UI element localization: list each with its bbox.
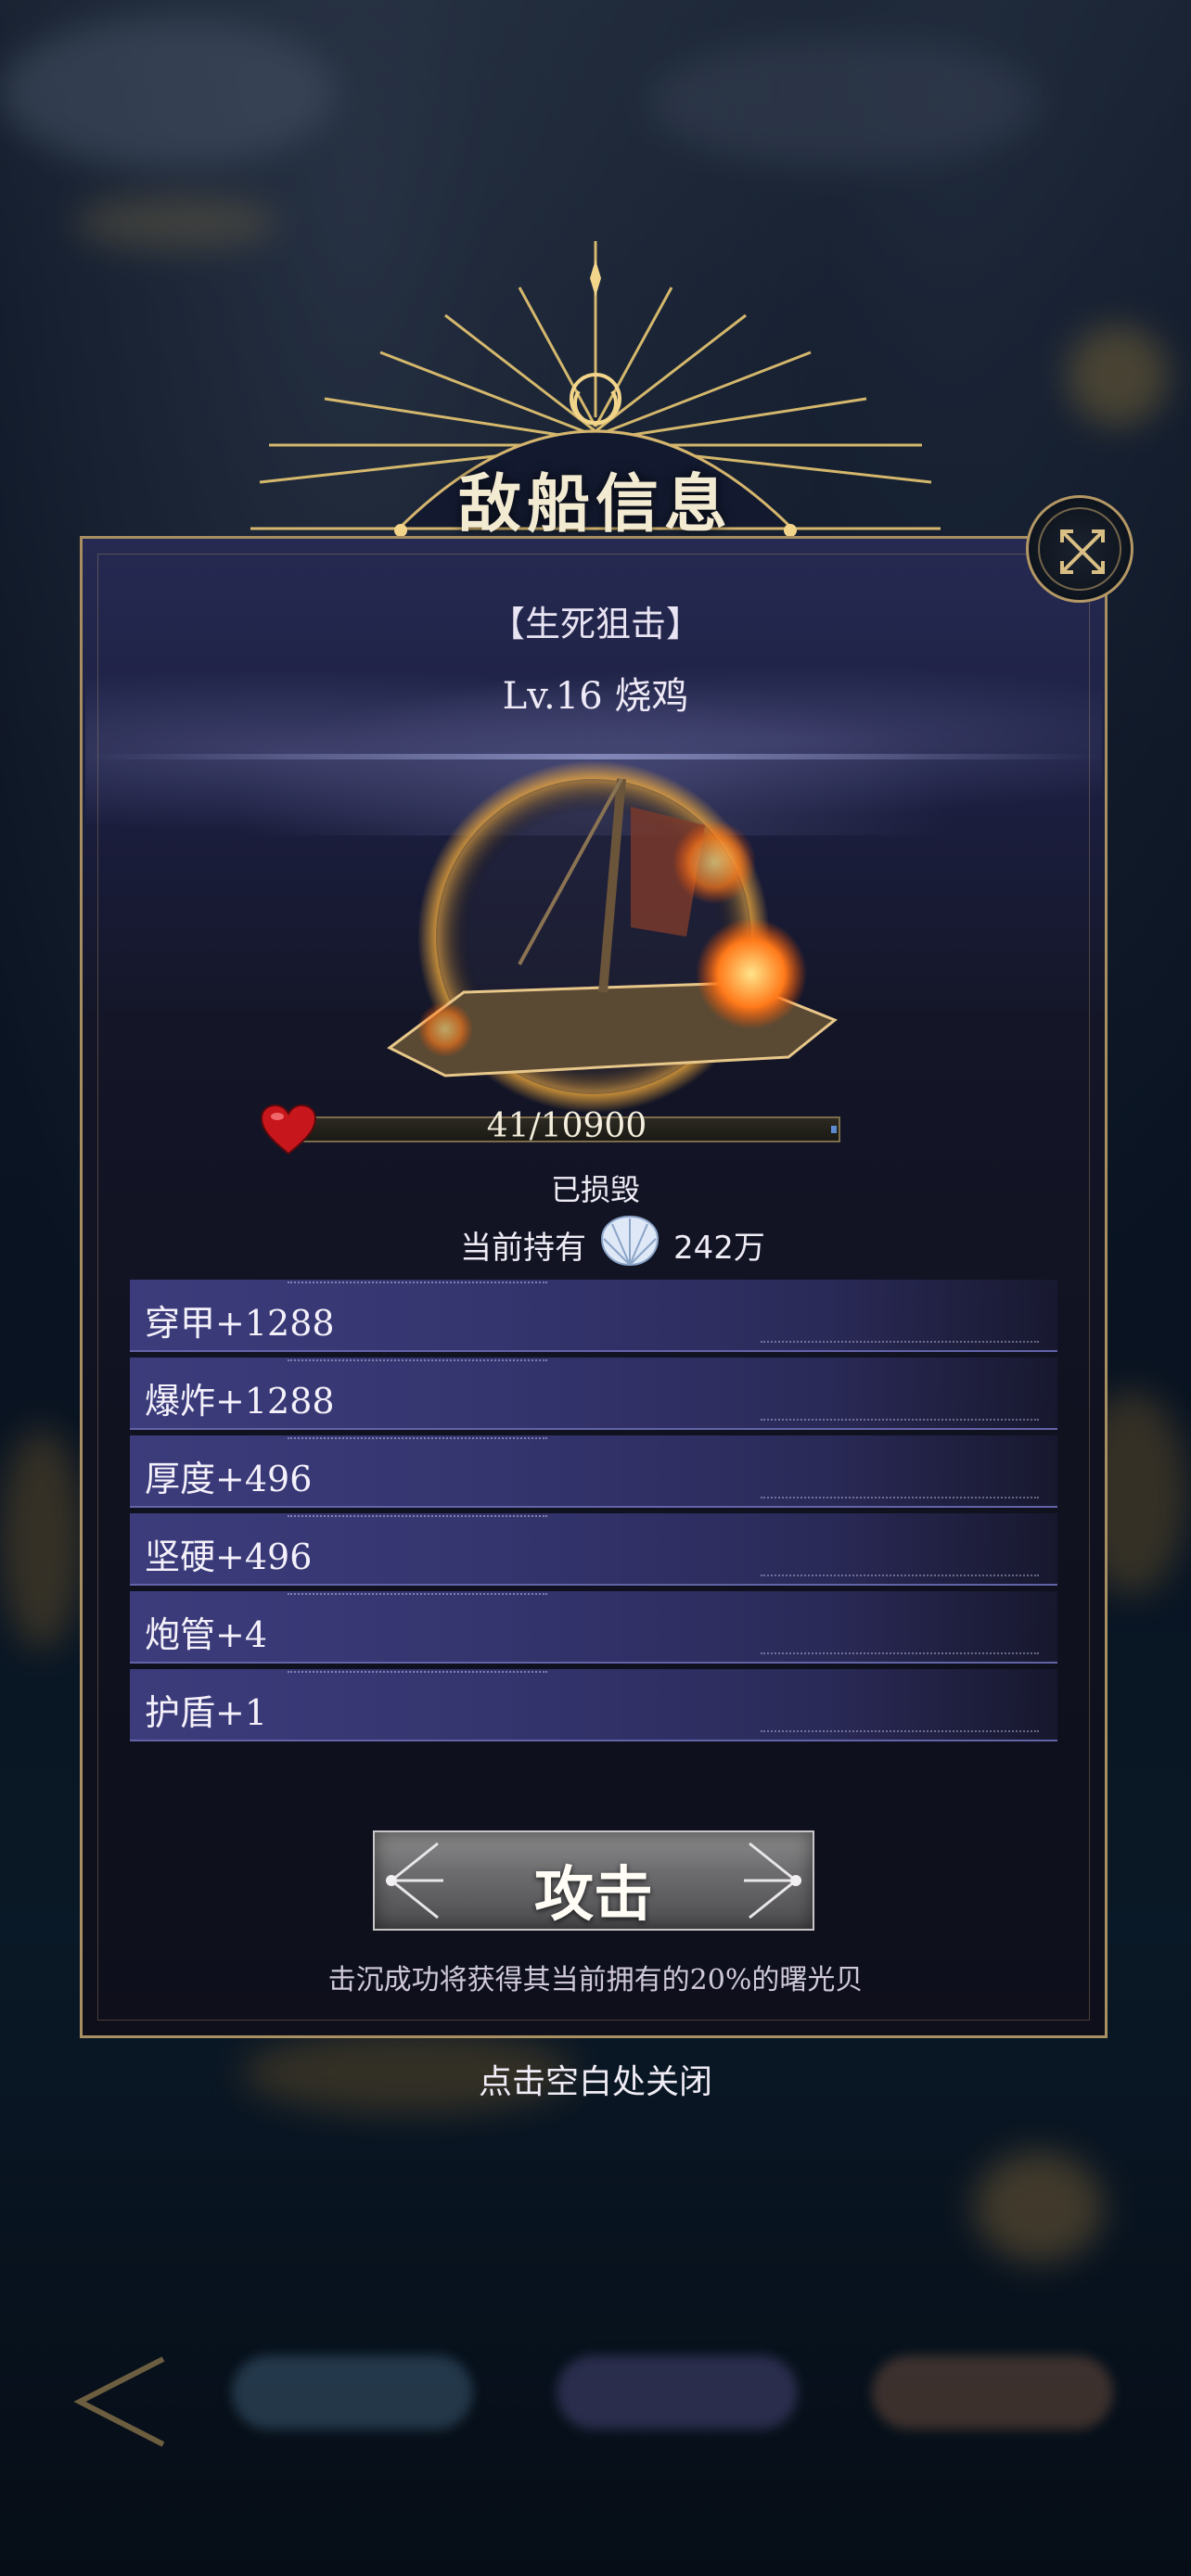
hp-text: 41/10900 xyxy=(486,1107,647,1145)
close-hint[interactable]: 点击空白处关闭 xyxy=(0,2055,1191,2103)
game-screen: 敌船信息 【生死狙击】 Lv.16 烧鸡 41/10900 已损毁 当前持有 2… xyxy=(0,0,1191,2576)
stat-row: 护盾+1 xyxy=(130,1669,1057,1741)
wrecked-ship-image xyxy=(387,760,838,1113)
stat-label: 护盾+1 xyxy=(145,1692,268,1733)
dawn-shell-icon xyxy=(600,1215,660,1267)
stat-row: 炮管+4 xyxy=(130,1591,1057,1664)
back-arrow-icon[interactable] xyxy=(61,2346,182,2457)
attack-button[interactable]: 攻击 xyxy=(373,1830,814,1931)
skill-name: 【生死狙击】 xyxy=(489,604,701,644)
stat-label: 厚度+496 xyxy=(145,1459,313,1499)
attack-label: 攻击 xyxy=(534,1860,653,1930)
reward-note: 击沉成功将获得其当前拥有的20%的曙光贝 xyxy=(327,1964,864,1996)
stat-row: 穿甲+1288 xyxy=(130,1280,1057,1352)
stat-label: 炮管+4 xyxy=(145,1614,268,1655)
stats-list: 穿甲+1288 爆炸+1288 厚度+496 坚硬+496 炮管+4 护盾+1 xyxy=(130,1280,1057,1747)
close-button[interactable] xyxy=(1026,495,1133,603)
stat-row: 坚硬+496 xyxy=(130,1513,1057,1586)
nav-tab[interactable] xyxy=(232,2355,473,2429)
bottom-nav xyxy=(0,2309,1191,2476)
holding-value: 242万 xyxy=(673,1230,765,1267)
stat-label: 穿甲+1288 xyxy=(145,1303,335,1344)
nav-tab[interactable] xyxy=(557,2355,798,2429)
status-text: 已损毁 xyxy=(550,1172,640,1207)
heart-icon xyxy=(260,1103,317,1155)
close-icon xyxy=(1060,529,1105,574)
ship-level-name: Lv.16 烧鸡 xyxy=(502,675,689,718)
dialog-title: 敌船信息 xyxy=(457,467,733,542)
stat-row: 厚度+496 xyxy=(130,1435,1057,1508)
stat-label: 坚硬+496 xyxy=(145,1537,313,1577)
stat-label: 爆炸+1288 xyxy=(145,1381,335,1422)
holding-label: 当前持有 xyxy=(460,1230,586,1267)
nav-tab[interactable] xyxy=(872,2355,1113,2429)
stat-row: 爆炸+1288 xyxy=(130,1358,1057,1430)
